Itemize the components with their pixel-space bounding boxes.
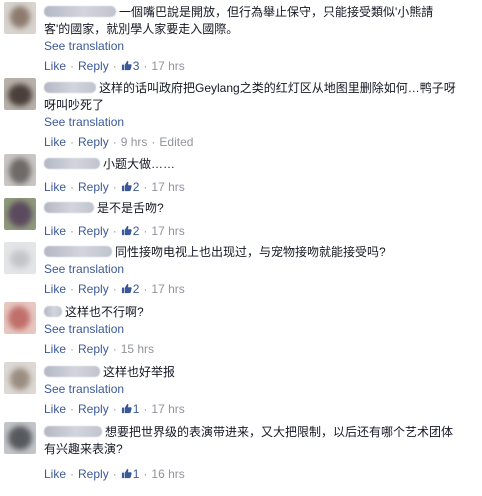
- like-link[interactable]: Like: [44, 342, 66, 356]
- comment-text-line: 呀叫吵死了: [44, 98, 105, 112]
- like-link[interactable]: Like: [44, 467, 66, 481]
- like-link[interactable]: Like: [44, 282, 66, 296]
- avatar[interactable]: [4, 302, 36, 334]
- comment-time[interactable]: 9 hrs: [121, 135, 148, 149]
- avatar[interactable]: [4, 242, 36, 274]
- thumbs-up-icon: [121, 283, 132, 294]
- reply-link[interactable]: Reply: [78, 282, 109, 296]
- edited-label[interactable]: Edited: [159, 135, 193, 149]
- comment-text: 这样也不行啊?: [44, 304, 476, 321]
- reply-link[interactable]: Reply: [78, 467, 109, 481]
- like-count[interactable]: 1: [121, 402, 139, 416]
- thumbs-up-icon: [121, 403, 132, 414]
- reply-link[interactable]: Reply: [78, 180, 109, 194]
- like-link[interactable]: Like: [44, 135, 66, 149]
- commenter-name[interactable]: [44, 246, 112, 257]
- avatar[interactable]: [4, 362, 36, 394]
- reply-link[interactable]: Reply: [78, 224, 109, 238]
- commenter-name[interactable]: [44, 82, 96, 93]
- comment-actions: Like · Reply · 2 · 17 hrs: [44, 282, 185, 296]
- avatar[interactable]: [4, 198, 36, 230]
- see-translation-link[interactable]: See translation: [44, 261, 476, 277]
- comment-actions: Like · Reply · 2 · 17 hrs: [44, 180, 185, 194]
- like-link[interactable]: Like: [44, 402, 66, 416]
- comment-text: 这样也好举报: [44, 364, 476, 381]
- avatar[interactable]: [4, 422, 36, 454]
- comment-text: 想要把世界级的表演带进来，又大把限制，以后还有哪个艺术团体: [44, 424, 476, 441]
- comment-text: 一個嘴巴說是開放，但行為舉止保守，只能接受類似'小熊請: [44, 4, 476, 21]
- comment-actions: Like · Reply · 15 hrs: [44, 342, 155, 356]
- comment-time[interactable]: 17 hrs: [151, 59, 184, 73]
- commenter-name[interactable]: [44, 306, 62, 317]
- thumbs-up-icon: [121, 468, 132, 479]
- comment-time[interactable]: 17 hrs: [151, 224, 184, 238]
- see-translation-link[interactable]: See translation: [44, 321, 476, 337]
- see-translation-link[interactable]: See translation: [44, 38, 476, 54]
- like-count[interactable]: 3: [121, 59, 139, 73]
- like-count[interactable]: 1: [121, 467, 139, 481]
- comment-text: 是不是舌吻?: [44, 200, 476, 217]
- comment-actions: Like · Reply · 1 · 16 hrs: [44, 467, 185, 481]
- commenter-name[interactable]: [44, 426, 102, 437]
- comment-text: 这样的话叫政府把Geylang之类的红灯区从地图里删除如何…鸭子呀: [44, 80, 476, 97]
- commenter-name[interactable]: [44, 366, 100, 377]
- comment-time[interactable]: 16 hrs: [151, 467, 184, 481]
- like-count[interactable]: 2: [121, 224, 139, 238]
- thumbs-up-icon: [121, 181, 132, 192]
- reply-link[interactable]: Reply: [78, 402, 109, 416]
- like-link[interactable]: Like: [44, 224, 66, 238]
- see-translation-link[interactable]: See translation: [44, 114, 476, 130]
- comment-actions: Like · Reply · 3 · 17 hrs: [44, 59, 185, 73]
- like-link[interactable]: Like: [44, 59, 66, 73]
- comment-actions: Like · Reply · 1 · 17 hrs: [44, 402, 185, 416]
- avatar[interactable]: [4, 78, 36, 110]
- comment-time[interactable]: 17 hrs: [151, 282, 184, 296]
- comment-text: 小题大做……: [44, 156, 476, 173]
- avatar[interactable]: [4, 154, 36, 186]
- comment-time[interactable]: 17 hrs: [151, 180, 184, 194]
- see-translation-link[interactable]: See translation: [44, 381, 476, 397]
- comment-actions: Like · Reply · 9 hrs · Edited: [44, 135, 194, 149]
- like-link[interactable]: Like: [44, 180, 66, 194]
- comment-time[interactable]: 17 hrs: [151, 402, 184, 416]
- reply-link[interactable]: Reply: [78, 59, 109, 73]
- thumbs-up-icon: [121, 225, 132, 236]
- avatar[interactable]: [4, 2, 36, 34]
- commenter-name[interactable]: [44, 202, 94, 213]
- comment-text-line: 客'的國家，就別學人家要走入國際。: [44, 22, 239, 36]
- like-count[interactable]: 2: [121, 282, 139, 296]
- comment-time[interactable]: 15 hrs: [121, 342, 154, 356]
- comment-text-line: 有兴趣来表演?: [44, 442, 123, 456]
- reply-link[interactable]: Reply: [78, 135, 109, 149]
- like-count[interactable]: 2: [121, 180, 139, 194]
- commenter-name[interactable]: [44, 158, 100, 169]
- thumbs-up-icon: [121, 60, 132, 71]
- commenter-name[interactable]: [44, 6, 116, 17]
- reply-link[interactable]: Reply: [78, 342, 109, 356]
- comment-text: 同性接吻电视上也出现过，与宠物接吻就能接受吗?: [44, 244, 476, 261]
- comment-actions: Like · Reply · 2 · 17 hrs: [44, 224, 185, 238]
